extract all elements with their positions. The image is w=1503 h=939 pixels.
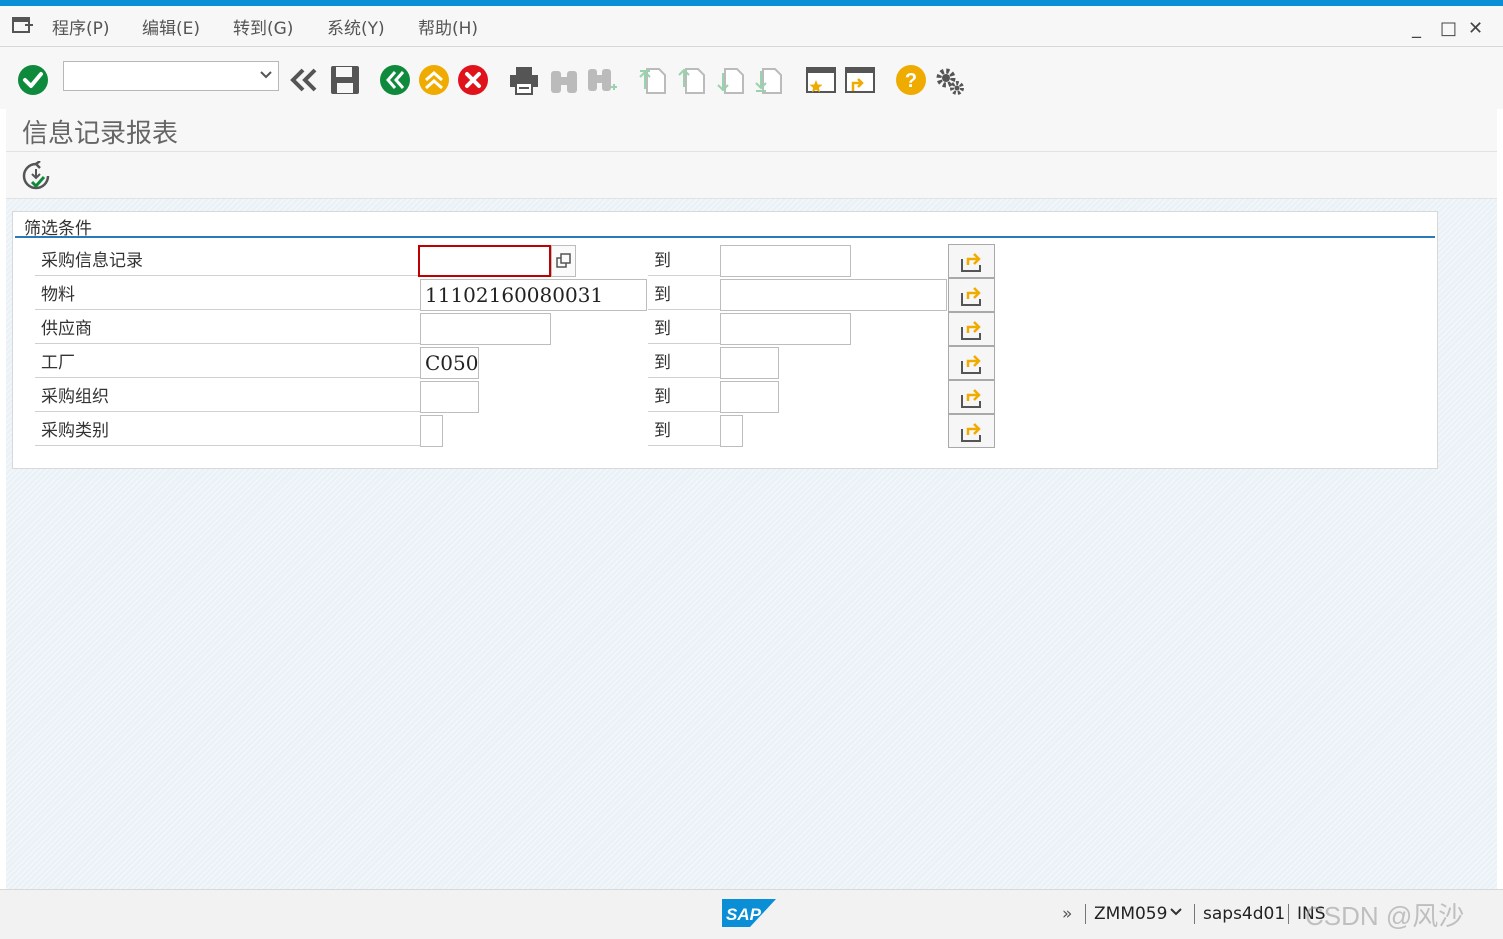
sap-logo: SAP bbox=[722, 899, 776, 927]
multiple-selection-button[interactable] bbox=[948, 414, 995, 448]
title-bar: 信息记录报表 bbox=[6, 109, 1497, 152]
next-page-icon bbox=[717, 68, 744, 94]
execute-icon[interactable] bbox=[21, 161, 51, 191]
multiple-selection-icon bbox=[961, 389, 981, 408]
selection-row-purchasing-org: 采购组织 到 bbox=[13, 380, 1439, 414]
print-icon[interactable] bbox=[507, 63, 541, 97]
info-record-high-input[interactable] bbox=[720, 245, 851, 277]
purchasing-category-high-input[interactable] bbox=[720, 415, 743, 447]
multiple-selection-icon bbox=[961, 287, 981, 306]
last-page-icon bbox=[755, 68, 782, 94]
sap-logo-text: SAP bbox=[726, 905, 762, 924]
selection-row-plant: 工厂 C050 到 bbox=[13, 346, 1439, 380]
menu-goto[interactable]: 转到(G) bbox=[233, 14, 293, 39]
to-label: 到 bbox=[648, 314, 720, 344]
menu-program[interactable]: 程序(P) bbox=[52, 14, 110, 39]
status-separator bbox=[1194, 904, 1195, 924]
row-label: 供应商 bbox=[35, 314, 421, 344]
back-icon[interactable] bbox=[378, 63, 412, 97]
info-record-low-input[interactable] bbox=[418, 245, 551, 277]
watermark-text: CSDN @风沙 bbox=[1305, 901, 1465, 931]
selection-row-info-record: 采购信息记录 到 bbox=[13, 244, 1439, 278]
material-high-input[interactable] bbox=[720, 279, 947, 311]
previous-page-icon bbox=[678, 68, 705, 94]
selection-row-vendor: 供应商 到 bbox=[13, 312, 1439, 346]
to-label: 到 bbox=[648, 382, 720, 412]
row-label: 工厂 bbox=[35, 348, 421, 378]
vendor-low-input[interactable] bbox=[420, 313, 551, 345]
transaction-code[interactable]: ZMM059 bbox=[1094, 904, 1167, 924]
application-toolbar bbox=[6, 152, 1497, 199]
value-help-icon bbox=[556, 253, 571, 268]
menu-icon[interactable] bbox=[12, 16, 34, 34]
purchasing-category-low-input[interactable] bbox=[420, 415, 443, 447]
selection-row-material: 物料 11102160080031 到 bbox=[13, 278, 1439, 312]
menu-edit[interactable]: 编辑(E) bbox=[142, 14, 200, 39]
cancel-icon[interactable] bbox=[456, 63, 490, 97]
chevron-down-icon[interactable] bbox=[260, 68, 272, 82]
menu-bar: 程序(P) 编辑(E) 转到(G) 系统(Y) 帮助(H) _ □ ✕ bbox=[0, 6, 1503, 47]
save-icon[interactable] bbox=[328, 63, 362, 97]
find-icon bbox=[551, 71, 577, 93]
exit-icon[interactable] bbox=[417, 63, 451, 97]
close-window-button[interactable]: ✕ bbox=[1468, 18, 1483, 39]
row-label: 采购信息记录 bbox=[35, 246, 421, 276]
maximize-button[interactable]: □ bbox=[1440, 18, 1457, 39]
system-name: saps4d01 bbox=[1203, 904, 1286, 924]
new-session-icon[interactable] bbox=[804, 63, 838, 97]
chevron-down-icon[interactable] bbox=[1170, 907, 1182, 917]
plant-high-input[interactable] bbox=[720, 347, 779, 379]
multiple-selection-icon bbox=[961, 355, 981, 374]
back-chevron-icon[interactable] bbox=[287, 63, 321, 97]
multiple-selection-icon bbox=[961, 423, 981, 442]
to-label: 到 bbox=[648, 348, 720, 378]
menu-help[interactable]: 帮助(H) bbox=[418, 14, 478, 39]
menu-system[interactable]: 系统(Y) bbox=[327, 14, 385, 39]
page-title: 信息记录报表 bbox=[22, 119, 179, 149]
enter-icon[interactable] bbox=[16, 63, 50, 97]
purchasing-org-high-input[interactable] bbox=[720, 381, 779, 413]
multiple-selection-icon bbox=[961, 321, 981, 340]
to-label: 到 bbox=[648, 280, 720, 310]
row-label: 采购组织 bbox=[35, 382, 421, 412]
command-input[interactable] bbox=[68, 63, 252, 91]
first-page-icon bbox=[639, 68, 666, 94]
value-help-button[interactable] bbox=[551, 245, 576, 277]
svg-text:?: ? bbox=[905, 70, 917, 92]
multiple-selection-icon bbox=[961, 253, 981, 272]
group-title-underline bbox=[15, 236, 1435, 238]
plant-low-input[interactable]: C050 bbox=[420, 347, 479, 379]
settings-icon[interactable] bbox=[933, 63, 967, 97]
selection-row-purchasing-category: 采购类别 到 bbox=[13, 414, 1439, 448]
status-expand-icon[interactable]: » bbox=[1062, 904, 1072, 924]
system-toolbar: ? bbox=[0, 47, 1503, 109]
status-bar: SAP » ZMM059 saps4d01 INS CSDN @风沙 bbox=[0, 889, 1503, 939]
main-area: 筛选条件 采购信息记录 到 物料 11102160080031 到 供应商 到 … bbox=[6, 199, 1497, 889]
purchasing-org-low-input[interactable] bbox=[420, 381, 479, 413]
multiple-selection-button[interactable] bbox=[948, 380, 995, 414]
row-label: 采购类别 bbox=[35, 416, 421, 446]
status-separator bbox=[1085, 904, 1086, 924]
selection-group: 筛选条件 采购信息记录 到 物料 11102160080031 到 供应商 到 … bbox=[12, 211, 1438, 469]
find-next-icon bbox=[588, 69, 617, 91]
help-icon[interactable]: ? bbox=[894, 63, 928, 97]
command-field[interactable] bbox=[63, 61, 279, 91]
vendor-high-input[interactable] bbox=[720, 313, 851, 345]
row-label: 物料 bbox=[35, 280, 421, 310]
to-label: 到 bbox=[648, 416, 720, 446]
minimize-button[interactable]: _ bbox=[1412, 18, 1421, 39]
shortcut-icon[interactable] bbox=[843, 63, 877, 97]
status-separator bbox=[1288, 904, 1289, 924]
multiple-selection-button[interactable] bbox=[948, 278, 995, 312]
to-label: 到 bbox=[648, 246, 720, 276]
material-low-input[interactable]: 11102160080031 bbox=[420, 279, 647, 311]
multiple-selection-button[interactable] bbox=[948, 346, 995, 380]
multiple-selection-button[interactable] bbox=[948, 312, 995, 346]
multiple-selection-button[interactable] bbox=[948, 244, 995, 278]
